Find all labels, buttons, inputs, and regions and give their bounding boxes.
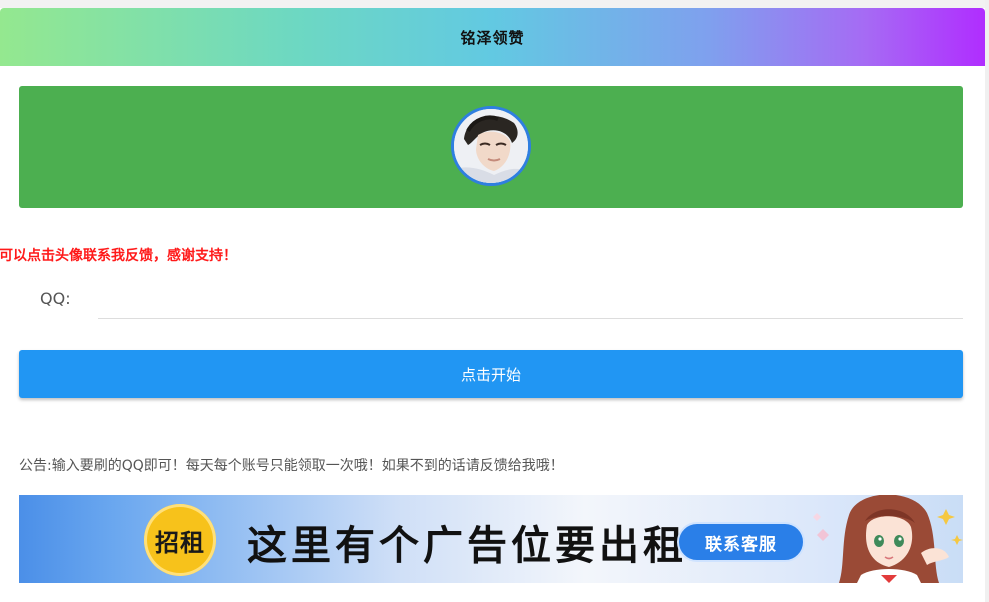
announcement: 公告:输入要刷的QQ即可！每天每个账号只能领取一次哦！如果不到的话请反馈给我哦！ — [19, 458, 564, 474]
ad-badge: 招租 — [144, 504, 216, 576]
title-bar: 铭泽领赞 — [0, 8, 985, 66]
ad-banner[interactable]: 招租 这里有个广告位要出租 联系客服 — [19, 495, 963, 583]
qq-input[interactable] — [98, 283, 963, 319]
qq-label: QQ: — [40, 289, 71, 308]
page-title: 铭泽领赞 — [460, 28, 525, 47]
ad-badge-text: 招租 — [155, 528, 205, 557]
page-container: 铭泽领赞 问题可以点击头像联系我反馈，感谢支持！ QQ: 点击开始 公告:输入要… — [0, 8, 985, 602]
anime-girl-icon — [813, 495, 963, 583]
ad-contact-button[interactable]: 联系客服 — [677, 522, 805, 562]
start-button[interactable]: 点击开始 — [19, 350, 963, 398]
ad-contact-label: 联系客服 — [705, 534, 777, 555]
profile-panel — [19, 86, 963, 208]
page-scrollbar[interactable] — [985, 0, 989, 602]
avatar[interactable] — [451, 106, 531, 186]
avatar-photo-icon — [454, 109, 528, 183]
ad-main-text: 这里有个广告位要出租 — [247, 523, 687, 569]
feedback-notice-text: 问题可以点击头像联系我反馈，感谢支持！ — [0, 248, 237, 264]
feedback-notice: 问题可以点击头像联系我反馈，感谢支持！ — [0, 245, 600, 265]
